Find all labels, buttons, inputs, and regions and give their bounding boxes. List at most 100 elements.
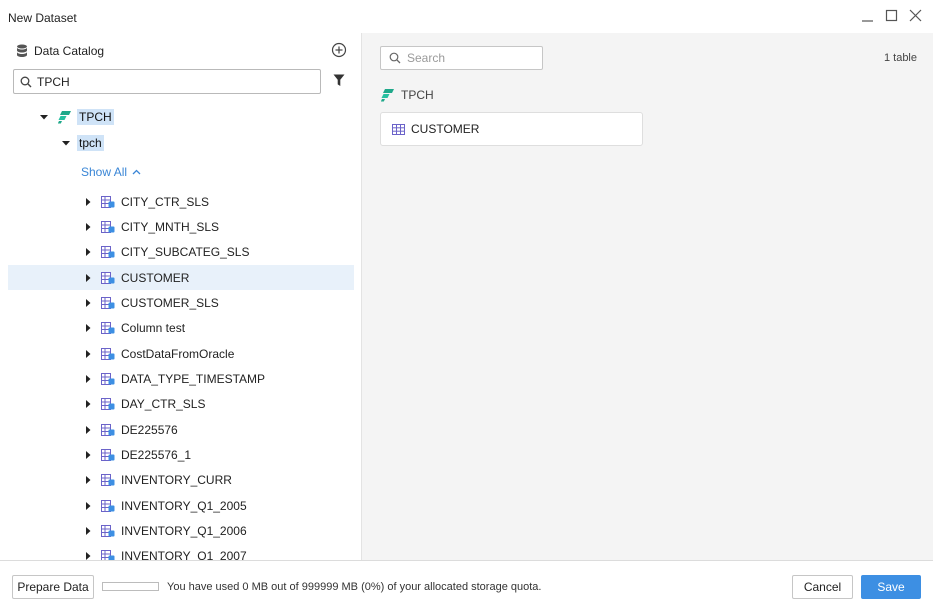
table-row-label: DATA_TYPE_TIMESTAMP — [121, 372, 266, 387]
catalog-title: Data Catalog — [34, 44, 105, 58]
storage-quota-bar — [102, 582, 159, 591]
maximize-icon[interactable] — [884, 8, 900, 24]
table-icon — [101, 499, 115, 512]
caret-right-icon[interactable] — [84, 400, 92, 409]
table-row[interactable]: INVENTORY_CURR — [8, 468, 354, 493]
tpch-connector-icon — [381, 89, 394, 102]
table-icon — [101, 398, 115, 411]
caret-right-icon[interactable] — [84, 197, 92, 206]
table-row-label: DE225576_1 — [121, 448, 192, 463]
caret-right-icon[interactable] — [84, 248, 92, 257]
table-count: 1 table — [883, 52, 917, 64]
table-row-label: CostDataFromOracle — [121, 346, 235, 361]
minimize-icon[interactable] — [860, 8, 876, 24]
table-row-label: DAY_CTR_SLS — [121, 397, 206, 412]
cancel-button[interactable]: Cancel — [792, 575, 853, 599]
table-row[interactable]: CITY_SUBCATEG_SLS — [8, 240, 354, 265]
selected-table-label: CUSTOMER — [411, 122, 480, 136]
table-row[interactable]: Column test — [8, 316, 354, 341]
caret-down-icon[interactable] — [40, 113, 48, 121]
table-icon — [101, 322, 115, 335]
table-row-label: INVENTORY_CURR — [121, 473, 232, 488]
caret-right-icon[interactable] — [84, 273, 92, 282]
data-catalog-panel: Data Catalog TPCH tpch Show All CITY_CTR… — [0, 33, 362, 560]
table-row[interactable]: DE225576_1 — [8, 442, 354, 467]
table-row[interactable]: DAY_CTR_SLS — [8, 392, 354, 417]
table-icon — [101, 474, 115, 487]
table-icon — [101, 221, 115, 234]
selection-group-header: TPCH — [381, 88, 434, 102]
table-row-label: CITY_MNTH_SLS — [121, 220, 220, 235]
search-icon — [389, 52, 401, 64]
catalog-search-box[interactable] — [13, 69, 321, 94]
prepare-data-button[interactable]: Prepare Data — [12, 575, 94, 599]
title-bar: New Dataset — [0, 0, 933, 33]
selected-table-card[interactable]: CUSTOMER — [380, 112, 643, 146]
table-row[interactable]: CUSTOMER — [8, 265, 354, 291]
caret-right-icon[interactable] — [84, 375, 92, 384]
filter-icon[interactable] — [333, 74, 345, 87]
window-title: New Dataset — [8, 11, 77, 25]
table-row-label: INVENTORY_Q1_2007 — [121, 549, 247, 560]
table-row[interactable]: DE225576 — [8, 417, 354, 442]
storage-quota-text: You have used 0 MB out of 999999 MB (0%)… — [167, 581, 542, 593]
close-icon[interactable] — [908, 8, 924, 24]
caret-right-icon[interactable] — [84, 527, 92, 536]
table-icon — [101, 449, 115, 462]
table-icon — [101, 423, 115, 436]
table-row[interactable]: INVENTORY_Q1_2005 — [8, 493, 354, 518]
tree-node-label: TPCH — [77, 109, 114, 125]
selected-tables-panel: 1 table TPCH CUSTOMER — [362, 33, 933, 560]
caret-right-icon[interactable] — [84, 451, 92, 460]
catalog-search-input[interactable] — [37, 74, 307, 89]
table-row[interactable]: DATA_TYPE_TIMESTAMP — [8, 366, 354, 391]
table-row[interactable]: CITY_CTR_SLS — [8, 189, 354, 214]
table-row-label: DE225576 — [121, 422, 178, 437]
table-row-label: Column test — [121, 321, 186, 336]
grid-table-icon — [392, 123, 405, 135]
table-row[interactable]: CITY_MNTH_SLS — [8, 214, 354, 239]
table-icon — [101, 246, 115, 259]
selection-search-input[interactable] — [407, 51, 537, 65]
tree-node-tpch[interactable]: TPCH — [40, 108, 114, 126]
table-row-label: CUSTOMER_SLS — [121, 296, 219, 311]
tree-node-schema[interactable]: tpch — [62, 134, 104, 152]
table-row[interactable]: CUSTOMER_SLS — [8, 290, 354, 315]
caret-right-icon[interactable] — [84, 501, 92, 510]
catalog-header: Data Catalog — [16, 43, 104, 59]
table-row-label: CUSTOMER — [121, 270, 190, 285]
tree-node-label: tpch — [77, 135, 104, 151]
caret-down-icon[interactable] — [62, 139, 70, 147]
caret-right-icon[interactable] — [84, 324, 92, 333]
table-icon — [101, 550, 115, 560]
group-label: TPCH — [401, 88, 434, 102]
save-button[interactable]: Save — [861, 575, 921, 599]
search-icon — [20, 76, 32, 87]
table-icon — [101, 195, 115, 208]
add-circle-icon[interactable] — [331, 42, 347, 58]
dialog-footer: Prepare Data You have used 0 MB out of 9… — [0, 560, 933, 611]
caret-right-icon[interactable] — [84, 425, 92, 434]
table-icon — [101, 297, 115, 310]
database-icon — [17, 44, 27, 57]
table-row-label: INVENTORY_Q1_2006 — [121, 524, 247, 539]
caret-right-icon[interactable] — [84, 349, 92, 358]
table-row-label: INVENTORY_Q1_2005 — [121, 498, 247, 513]
table-icon — [101, 525, 115, 538]
caret-right-icon[interactable] — [84, 552, 92, 560]
table-row[interactable]: INVENTORY_Q1_2007 — [8, 544, 354, 560]
table-row[interactable]: CostDataFromOracle — [8, 341, 354, 366]
show-all-link[interactable]: Show All — [81, 165, 141, 179]
table-row-label: CITY_CTR_SLS — [121, 194, 210, 209]
caret-right-icon[interactable] — [84, 476, 92, 485]
table-list: CITY_CTR_SLS CITY_MNTH_SLS CITY_SUBCATEG_S… — [8, 189, 354, 560]
show-all-label: Show All — [81, 165, 128, 179]
table-row-label: CITY_SUBCATEG_SLS — [121, 245, 250, 260]
selection-search-box[interactable] — [380, 46, 543, 70]
table-icon — [101, 347, 115, 360]
caret-right-icon[interactable] — [84, 223, 92, 232]
table-row[interactable]: INVENTORY_Q1_2006 — [8, 518, 354, 543]
chevron-up-icon — [132, 169, 141, 175]
caret-right-icon[interactable] — [84, 299, 92, 308]
table-icon — [101, 373, 115, 386]
